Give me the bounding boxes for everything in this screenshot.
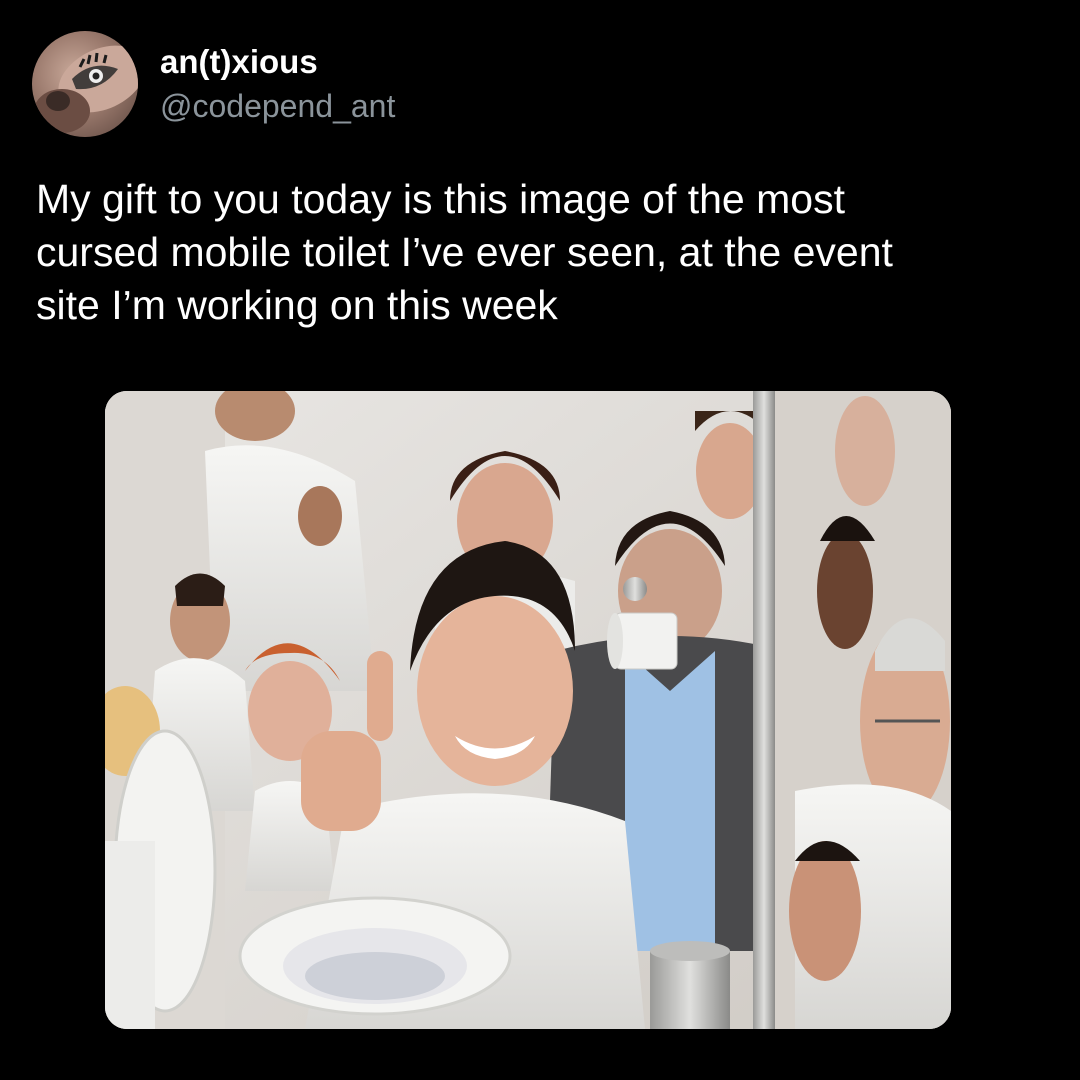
tweet-header: an(t)xious @codepend_ant [32,30,395,138]
toilet-photo-icon [105,391,951,1029]
display-name[interactable]: an(t)xious [160,42,395,82]
avatar-photo-icon [34,45,138,133]
tweet-media[interactable] [105,391,951,1029]
avatar[interactable] [32,31,138,137]
author-names: an(t)xious @codepend_ant [160,42,395,126]
tweet-text: My gift to you today is this image of th… [36,176,893,328]
user-handle[interactable]: @codepend_ant [160,86,395,126]
tweet-card: an(t)xious @codepend_ant My gift to you … [0,0,1080,1080]
